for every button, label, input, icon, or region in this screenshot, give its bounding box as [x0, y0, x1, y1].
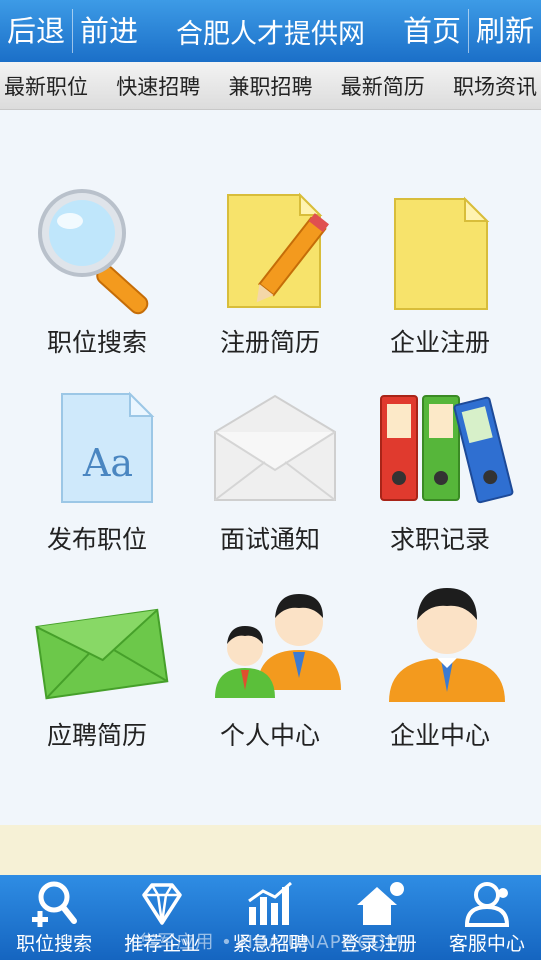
person-search-icon	[32, 881, 78, 927]
grid-item-label: 企业中心	[389, 721, 490, 750]
menu-bar: 最新职位 快速招聘 兼职招聘 最新简历 职场资讯	[0, 62, 541, 110]
blank-note-icon	[365, 185, 515, 315]
grid-item-company-register[interactable]: 企业注册	[355, 185, 525, 359]
grid-item-label: 面试通知	[219, 525, 320, 554]
watermark: 华军应用 • HUAJUNAPP.COM	[138, 932, 403, 953]
two-people-icon	[195, 578, 345, 708]
refresh-button[interactable]: 刷新	[469, 0, 541, 62]
envelope-icon	[195, 382, 345, 512]
magnifier-icon	[22, 185, 172, 315]
grid-item-applied-resumes[interactable]: 应聘简历	[12, 578, 182, 752]
grid-item-application-records[interactable]: 求职记录	[355, 382, 525, 556]
grid-item-company-center[interactable]: 企业中心	[355, 578, 525, 752]
back-button[interactable]: 后退	[0, 0, 72, 62]
menu-item-latest-jobs[interactable]: 最新职位	[4, 71, 88, 101]
grid-item-post-job[interactable]: Aa 发布职位	[12, 382, 182, 556]
grid-item-register-resume[interactable]: 注册简历	[185, 185, 355, 359]
notepad-pencil-icon	[195, 185, 345, 315]
house-icon	[356, 882, 404, 925]
grid-item-label: 求职记录	[389, 525, 490, 554]
grid-item-label: 应聘简历	[46, 721, 147, 750]
font-document-icon: Aa	[22, 382, 172, 512]
grid-item-label: 个人中心	[219, 721, 320, 750]
businessman-icon	[365, 578, 515, 708]
service-icon	[464, 882, 509, 927]
footer-strip	[0, 825, 541, 875]
menu-item-part-time[interactable]: 兼职招聘	[229, 71, 313, 101]
page-title: 合肥人才提供网	[176, 18, 365, 50]
menu-item-latest-resumes[interactable]: 最新简历	[341, 71, 425, 101]
icon-letters: Aa	[82, 441, 133, 485]
forward-button[interactable]: 前进	[73, 0, 145, 62]
grid-item-label: 发布职位	[46, 525, 147, 554]
grid-item-job-search[interactable]: 职位搜索	[12, 185, 182, 359]
grid-item-label: 职位搜索	[46, 328, 147, 357]
grid-item-personal-center[interactable]: 个人中心	[185, 578, 355, 752]
green-envelope-icon	[22, 578, 172, 708]
grid-item-label: 企业注册	[389, 328, 490, 357]
grid-item-interview-notice[interactable]: 面试通知	[185, 382, 355, 556]
bar-chart-icon	[247, 881, 292, 925]
grid-item-label: 注册简历	[219, 328, 320, 357]
diamond-icon	[142, 883, 183, 925]
binders-icon	[365, 382, 515, 512]
top-bar: 后退 前进 合肥人才提供网 首页 刷新	[0, 0, 541, 62]
menu-item-career-news[interactable]: 职场资讯	[453, 71, 537, 101]
home-button[interactable]: 首页	[396, 0, 468, 62]
menu-item-quick-hire[interactable]: 快速招聘	[116, 71, 200, 101]
